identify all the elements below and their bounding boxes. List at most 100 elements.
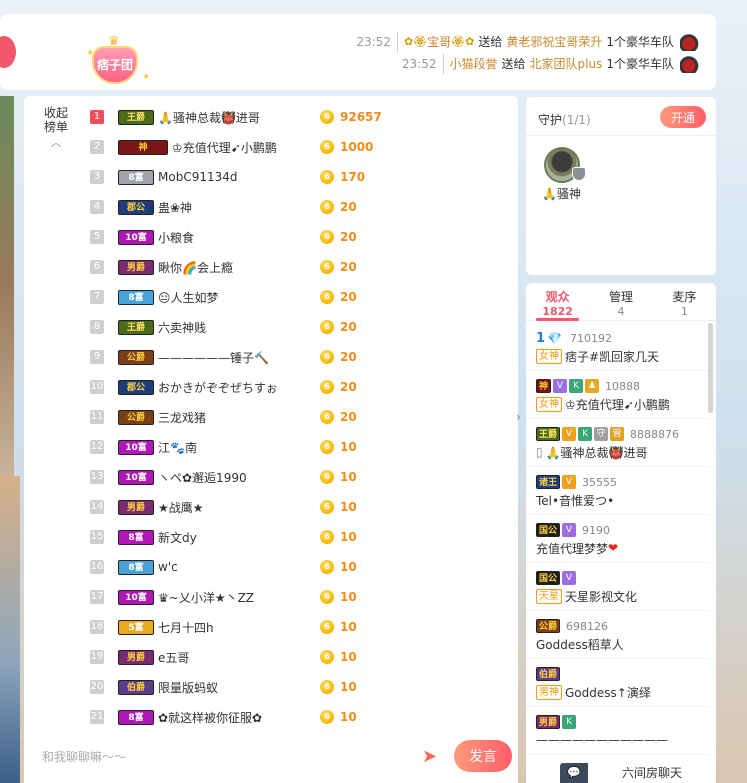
paper-plane-icon[interactable]: ➤ (422, 746, 444, 768)
guard-panel: 守护(1/1) 开通 🙏骚神 (526, 97, 716, 275)
tab-audience[interactable]: 观众 1822 (526, 283, 589, 321)
rank-row[interactable]: 17 10富 ♛~乂小洋★丶ZZ 6 10 (84, 582, 504, 612)
level-badge: 王爵 (536, 427, 561, 441)
rank-row[interactable]: 19 男爵 e五哥 6 10 (84, 642, 504, 672)
rank-number: 20 (90, 680, 104, 694)
contribution-score: 6 20 (320, 380, 357, 394)
rank-row[interactable]: 8 王爵 六卖神贱 6 20 (84, 312, 504, 342)
fan-value: 35555 (582, 475, 618, 489)
fan-club-badge[interactable]: ♛ ✦ ✦ 痞子团 (86, 34, 150, 88)
rank-row[interactable]: 4 郡公 蛊❀神 6 20 (84, 192, 504, 222)
list-item[interactable]: 神 V K ♟ 10888 女神 ♔充值代理➹小鹏鹏 (526, 371, 708, 419)
rank-row[interactable]: 10 郡公 おかきがぞぞぜちすぉ 6 20 (84, 372, 504, 402)
rank-row[interactable]: 21 8富 ✿就这样被你征服✿ 6 10 (84, 702, 504, 732)
guard-title: 守护(1/1) (538, 111, 591, 128)
audience-list: 1 💎 710192 女神 痞子#凯回家几天 神 V K ♟ 10888 女神 … (526, 323, 708, 755)
rank-number: 7 (90, 290, 104, 304)
level-badge: 8富 (118, 289, 154, 305)
level-badge: 男爵 (536, 715, 561, 729)
rank-row[interactable]: 13 10富 ヽペ✿邂逅1990 6 10 (84, 462, 504, 492)
tab-count: 1822 (542, 305, 573, 318)
tab-mic-queue[interactable]: 麦序 1 (653, 283, 716, 320)
coin-icon: 6 (320, 440, 334, 454)
chat-input[interactable] (30, 740, 430, 774)
rank-row[interactable]: 5 10富 小粮食 6 20 (84, 222, 504, 252)
notice-receiver[interactable]: 北家团队plus (530, 54, 603, 74)
rank-number: 17 (90, 590, 104, 604)
rank-badge: 1 (536, 330, 546, 346)
vip-k-icon: K (569, 379, 584, 393)
guard-badge-icon: 守 (594, 427, 609, 441)
rank-row[interactable]: 16 8富 w'c 6 10 (84, 552, 504, 582)
list-item[interactable]: 伯爵 男神 Goddess↑演绎 (526, 659, 708, 707)
user-name: 小粮食 (158, 230, 195, 245)
rank-row[interactable]: 14 男爵 ★战鹰★ 6 10 (84, 492, 504, 522)
contribution-score: 6 170 (320, 170, 365, 184)
list-item[interactable]: 国公 V 天星 天星影视文化 (526, 563, 708, 611)
score-value: 20 (340, 260, 357, 274)
rank-row[interactable]: 1 王爵 🙏骚神总裁👹进哥 6 92657 (84, 102, 504, 132)
score-value: 10 (340, 440, 357, 454)
level-badge: 8富 (118, 709, 154, 725)
audience-scrollbar[interactable] (708, 323, 713, 413)
send-button[interactable]: 发言 (454, 740, 512, 772)
level-badge: 诸王 (536, 475, 561, 489)
rank-row[interactable]: 2 神 ♔充值代理➹小鹏鹏 6 1000 (84, 132, 504, 162)
rank-row[interactable]: 11 公爵 三龙戏猪 6 20 (84, 402, 504, 432)
user-name: 七月十四h (158, 620, 214, 635)
score-value: 10 (340, 560, 357, 574)
notice-receiver[interactable]: 黄老邪祝宝哥荣升 (506, 32, 602, 52)
rank-row[interactable]: 12 10富 江🐾南 6 10 (84, 432, 504, 462)
notice-sender[interactable]: 小猫段誉 (450, 54, 498, 74)
user-name: ♔充值代理➹小鹏鹏 (565, 397, 670, 412)
notice-sender[interactable]: 宝哥 (427, 32, 451, 52)
contribution-score: 6 10 (320, 710, 357, 724)
score-value: 20 (340, 230, 357, 244)
rank-number: 3 (90, 170, 104, 184)
fan-club-heart: 痞子团 (92, 46, 138, 84)
user-name: MobC91134d (158, 170, 238, 184)
list-item[interactable]: 王爵 V K 守 管 8888876 ▯ 🙏骚神总裁👹进哥 (526, 419, 708, 467)
rank-list: 1 王爵 🙏骚神总裁👹进哥 6 92657 2 神 ♔充值代理➹小鹏鹏 6 1000 3 8富 MobC… (84, 102, 504, 732)
room-chat-toggle[interactable]: 💬 六间房聊天 (560, 763, 716, 783)
notice-time: 23:52 (356, 32, 398, 52)
collapse-label: 榜单 (43, 120, 68, 134)
user-name: ♔充值代理➹小鹏鹏 (172, 140, 277, 155)
rank-number: 12 (90, 440, 104, 454)
tab-admins[interactable]: 管理 4 (589, 283, 652, 320)
rank-row[interactable]: 18 5富 七月十四h 6 10 (84, 612, 504, 642)
list-item[interactable]: 诸王 V 35555 Tel•音惟爱つ• (526, 467, 708, 515)
title-tag: 女神 (536, 396, 562, 412)
rank-row[interactable]: 20 伯爵 限量版蚂蚁 6 10 (84, 672, 504, 702)
chevron-right-icon[interactable]: › (516, 410, 526, 426)
contribution-score: 6 10 (320, 470, 357, 484)
rank-row[interactable]: 9 公爵 ——————锤子🔨 6 20 (84, 342, 504, 372)
rank-row[interactable]: 3 8富 MobC91134d 6 170 (84, 162, 504, 192)
coin-icon: 6 (320, 710, 334, 724)
score-value: 92657 (340, 110, 382, 124)
rank-number: 18 (90, 620, 104, 634)
chevron-up-icon: ︿ (50, 136, 62, 149)
rank-number: 11 (90, 410, 104, 424)
guard-member-name[interactable]: 🙏骚神 (542, 185, 581, 202)
open-guard-button[interactable]: 开通 (660, 106, 706, 128)
rank-row[interactable]: 15 8富 新文dy 6 10 (84, 522, 504, 552)
list-item[interactable]: 男爵 K ——————————— (526, 707, 708, 755)
vip-v-icon: V (562, 475, 577, 489)
user-name: 充值代理梦梦 (536, 541, 609, 556)
user-name: 🙏骚神总裁👹进哥 (545, 445, 648, 460)
rank-number: 1 (90, 110, 104, 124)
list-item[interactable]: 国公 V 9190 充值代理梦梦 ❤ (526, 515, 708, 563)
level-badge: 男爵 (118, 259, 154, 275)
anchor-avatar-edge[interactable] (0, 36, 16, 68)
collapse-rank-button[interactable]: 收起 榜单 ︿ (42, 106, 70, 150)
rank-row[interactable]: 7 8富 😐人生如梦 6 20 (84, 282, 504, 312)
rank-row[interactable]: 6 男爵 瞅你🌈会上瘾 6 20 (84, 252, 504, 282)
level-badge: 公爵 (118, 349, 154, 365)
coin-icon: 6 (320, 110, 334, 124)
list-item[interactable]: 公爵 698126 Goddess稻草人 (526, 611, 708, 659)
score-value: 10 (340, 590, 357, 604)
list-item[interactable]: 1 💎 710192 女神 痞子#凯回家几天 (526, 323, 708, 371)
rank-number: 16 (90, 560, 104, 574)
shield-icon (572, 167, 586, 181)
